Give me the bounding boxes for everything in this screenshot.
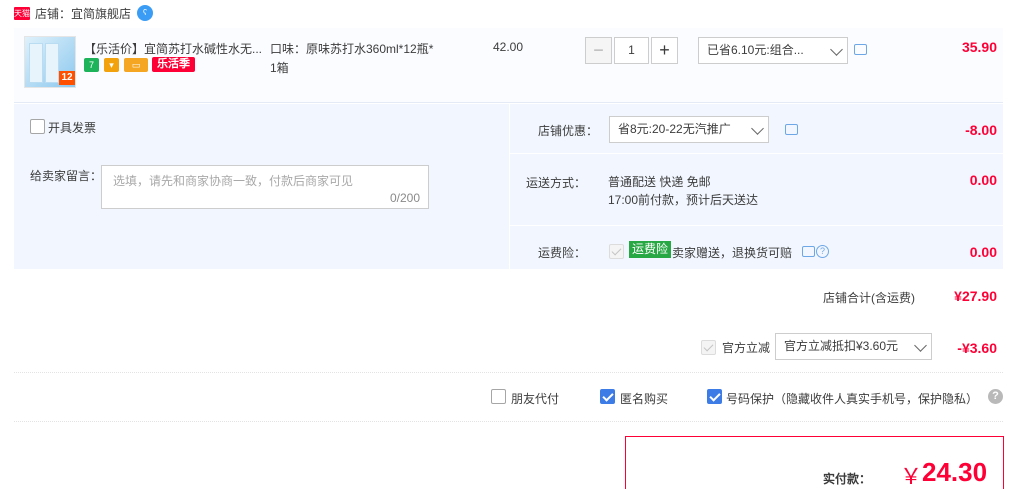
shop-discount-amount: -8.00 (965, 122, 997, 138)
shop-header: 天猫 店铺：宜简旗舰店 ʕ (14, 4, 154, 22)
seven-day-return-icon: 7 (84, 58, 99, 72)
quantity-input[interactable]: 1 (614, 37, 649, 64)
insurance-label: 运费险： (537, 246, 586, 260)
comment-icon[interactable] (802, 246, 815, 257)
insurance-desc: 卖家赠送，退换货可赔 (672, 246, 793, 260)
help-icon[interactable]: ? (816, 245, 829, 258)
divider (510, 153, 1003, 154)
chevron-down-icon (830, 43, 843, 56)
insurance-checkbox (609, 244, 624, 259)
shipping-label: 运送方式： (525, 176, 586, 190)
divider (510, 225, 1003, 226)
chat-icon[interactable]: ʕ (137, 5, 154, 21)
card-icon: ▭ (124, 58, 148, 72)
shop-discount-label: 店铺优惠： (537, 124, 598, 138)
payment-label: 实付款： (823, 472, 872, 486)
message-counter: 0/200 (389, 191, 420, 205)
divider (14, 269, 1003, 270)
invoice-label[interactable]: 开具发票 (48, 119, 96, 136)
divider (14, 372, 1003, 373)
invoice-checkbox[interactable] (30, 119, 45, 134)
delivery-icon: ▾ (104, 58, 119, 72)
product-image[interactable]: 12 (24, 36, 76, 88)
item-promo-value: 已省6.10元:组合... (707, 43, 804, 57)
official-discount-value: 官方立减抵扣¥3.60元 (784, 339, 899, 353)
friend-pay-label[interactable]: 朋友代付 (511, 390, 559, 407)
unit-price: 42.00 (493, 40, 524, 54)
tmall-icon: 天猫 (14, 6, 30, 20)
shipping-info: 普通配送 快递 免邮 17:00前付款，预计后天送达 (608, 173, 758, 209)
number-protect-checkbox[interactable] (707, 389, 722, 404)
message-label: 给卖家留言： (30, 169, 103, 183)
shop-discount-value: 省8元:20-22无汽推广 (618, 122, 731, 136)
comment-icon[interactable] (785, 124, 798, 135)
official-discount-label: 官方立减 (722, 341, 771, 355)
product-title[interactable]: 【乐活价】宜简苏打水碱性水无... (84, 40, 262, 57)
anonymous-label[interactable]: 匿名购买 (620, 390, 668, 407)
divider (14, 421, 1003, 422)
payment-summary: 实付款： ￥ 24.30 (625, 436, 1004, 489)
anonymous-checkbox[interactable] (600, 389, 615, 404)
shipping-eta: 17:00前付款，预计后天送达 (608, 193, 759, 207)
comment-icon[interactable] (854, 44, 867, 55)
shop-total-amount: ¥27.90 (954, 288, 997, 304)
item-promo-select[interactable]: 已省6.10元:组合... (698, 37, 848, 64)
shipping-amount: 0.00 (969, 172, 997, 188)
promo-tag: 乐活季 (152, 57, 195, 72)
chevron-down-icon (751, 122, 764, 135)
sku-line: 口味：原味苏打水360ml*12瓶* (270, 42, 434, 56)
sku-info: 口味：原味苏打水360ml*12瓶* 1箱 (270, 40, 460, 78)
help-icon[interactable]: ? (988, 389, 1003, 404)
message-placeholder: 选填，请先和商家协商一致，付款后商家可见 (113, 174, 354, 188)
item-subtotal: 35.90 (961, 39, 997, 55)
currency-symbol: ￥ (900, 464, 923, 489)
payment-amount: 24.30 (922, 457, 988, 487)
official-discount-checkbox (701, 340, 716, 355)
official-discount-amount: -¥3.60 (957, 340, 997, 356)
quantity-decrease-button[interactable]: − (585, 37, 612, 64)
shipping-method: 普通配送 快递 免邮 (608, 175, 711, 189)
quantity-increase-button[interactable]: + (651, 37, 678, 64)
insurance-amount: 0.00 (969, 244, 997, 260)
seller-message-input[interactable]: 选填，请先和商家协商一致，付款后商家可见 0/200 (101, 165, 429, 209)
pack-count-badge: 12 (59, 71, 75, 85)
shop-discount-select[interactable]: 省8元:20-22无汽推广 (609, 116, 769, 143)
insurance-badge: 运费险 (629, 241, 672, 258)
shop-name[interactable]: 店铺：宜简旗舰店 (35, 5, 131, 22)
number-protect-label[interactable]: 号码保护（隐藏收件人真实手机号，保护隐私） (726, 390, 978, 407)
sku-line: 1箱 (270, 61, 289, 75)
friend-pay-checkbox[interactable] (491, 389, 506, 404)
